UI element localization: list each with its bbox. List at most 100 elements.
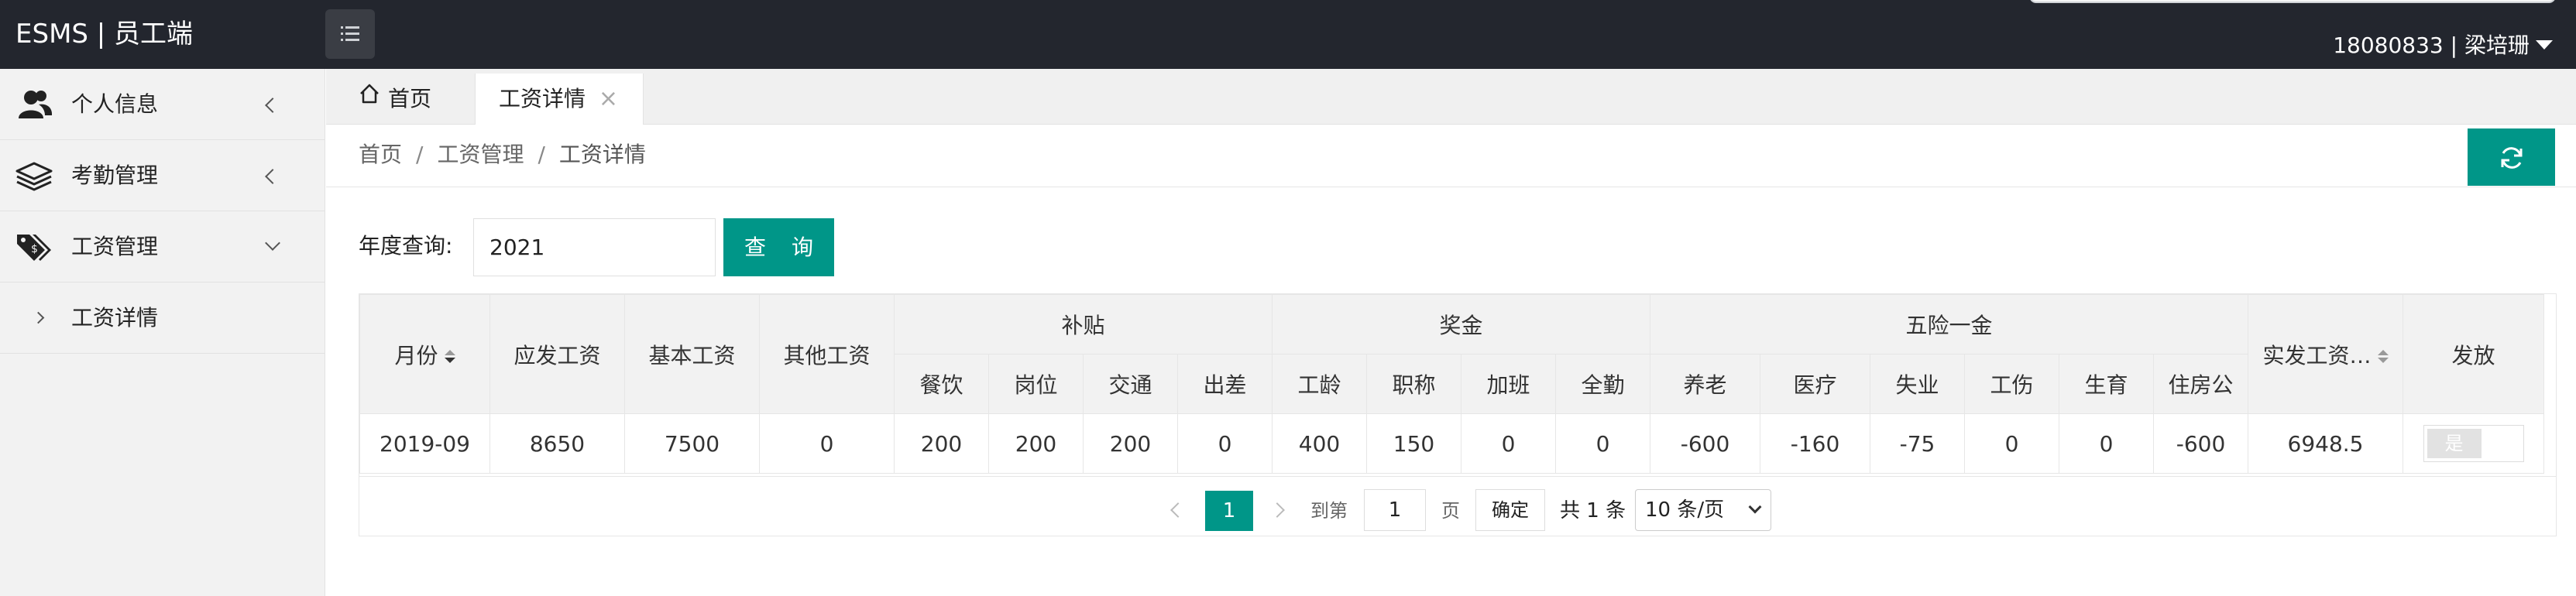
app-logo: ESMS | 员工端 xyxy=(15,19,194,50)
sidebar-item-label: 工资管理 xyxy=(71,234,159,259)
col-transport: 交通 xyxy=(1083,354,1178,414)
col-group-insurance: 五险一金 xyxy=(1650,294,2248,355)
col-issued: 发放 xyxy=(2403,294,2544,414)
col-base: 基本工资 xyxy=(624,294,760,414)
goto-page-input[interactable]: 1 xyxy=(1364,489,1426,531)
users-icon xyxy=(15,89,54,120)
cell-injury: 0 xyxy=(1964,413,2059,474)
cell-seniority: 400 xyxy=(1272,413,1367,474)
tags-icon: $ xyxy=(15,231,54,262)
chevron-left-icon[interactable] xyxy=(1170,502,1186,518)
col-other: 其他工资 xyxy=(759,294,895,414)
caret-down-icon xyxy=(2536,40,2553,50)
chevron-right-icon[interactable] xyxy=(1269,502,1285,518)
page-size-select[interactable]: 10 条/页 xyxy=(1635,489,1771,531)
sidebar: 个人信息 考勤管理 $ 工资管理 工资详情 xyxy=(0,69,325,596)
col-month[interactable]: 月份 xyxy=(359,294,490,414)
table-row: 2019-09 8650 7500 0 200 200 200 0 400 15… xyxy=(359,413,2544,474)
home-icon xyxy=(359,72,380,123)
year-query-label: 年度查询: xyxy=(359,233,453,259)
col-post: 岗位 xyxy=(988,354,1084,414)
chevron-left-icon xyxy=(265,169,280,184)
breadcrumb: 首页 / 工资管理 / 工资详情 xyxy=(359,125,646,184)
sidebar-subitem-salary-detail[interactable]: 工资详情 xyxy=(0,283,325,354)
col-housing: 住房公 xyxy=(2153,354,2248,414)
page-label: 页 xyxy=(1441,500,1460,522)
chevron-right-icon xyxy=(32,311,45,324)
sort-icon[interactable] xyxy=(2377,349,2389,364)
sidebar-item-salary[interactable]: $ 工资管理 xyxy=(0,211,325,283)
cell-transport: 200 xyxy=(1083,413,1178,474)
breadcrumb-separator: / xyxy=(538,142,545,167)
page-size-value: 10 条/页 xyxy=(1645,498,1725,522)
year-input[interactable]: 2021 xyxy=(473,218,716,276)
chevron-left-icon xyxy=(265,98,280,113)
sort-icon[interactable] xyxy=(444,349,455,364)
col-unemployment: 失业 xyxy=(1870,354,1965,414)
top-header: ESMS | 员工端 18080833 | 梁培珊 xyxy=(0,0,2576,69)
menu-toggle-button[interactable] xyxy=(325,9,375,59)
col-travel: 出差 xyxy=(1177,354,1273,414)
col-seniority: 工龄 xyxy=(1272,354,1367,414)
cell-attendance: 0 xyxy=(1555,413,1650,474)
col-group-allowance: 补贴 xyxy=(894,294,1273,355)
cell-month: 2019-09 xyxy=(359,413,490,474)
switch-knob: 是 xyxy=(2427,429,2482,458)
col-maternity: 生育 xyxy=(2059,354,2154,414)
col-pension: 养老 xyxy=(1650,354,1760,414)
page-current[interactable]: 1 xyxy=(1205,491,1253,531)
chevron-down-icon xyxy=(1748,500,1762,514)
cell-issued: 是 xyxy=(2403,413,2544,474)
cell-medical: -160 xyxy=(1760,413,1870,474)
col-meal: 餐饮 xyxy=(894,354,989,414)
user-menu[interactable]: 18080833 | 梁培珊 xyxy=(2333,0,2553,69)
cell-net: 6948.5 xyxy=(2248,413,2403,474)
user-name: 18080833 | 梁培珊 xyxy=(2333,33,2530,58)
cell-other: 0 xyxy=(759,413,895,474)
tab-label: 工资详情 xyxy=(499,86,586,111)
svg-text:$: $ xyxy=(31,243,38,255)
col-title: 职称 xyxy=(1366,354,1461,414)
sidebar-item-label: 考勤管理 xyxy=(71,163,159,188)
col-net[interactable]: 实发工资… xyxy=(2248,294,2403,414)
col-medical: 医疗 xyxy=(1760,354,1870,414)
cell-overtime: 0 xyxy=(1461,413,1556,474)
col-gross: 应发工资 xyxy=(489,294,625,414)
breadcrumb-current: 工资详情 xyxy=(558,142,646,167)
goto-confirm-button[interactable]: 确定 xyxy=(1475,489,1545,531)
goto-label: 到第 xyxy=(1310,500,1348,522)
issued-switch[interactable]: 是 xyxy=(2423,425,2524,462)
col-group-bonus: 奖金 xyxy=(1272,294,1650,355)
salary-grid: 月份 应发工资 基本工资 其他工资 补贴 奖金 五险一金 实发工资… 发放 餐饮… xyxy=(359,294,2544,474)
sidebar-item-label: 个人信息 xyxy=(71,91,159,117)
breadcrumb-home[interactable]: 首页 xyxy=(359,142,402,167)
cell-gross: 8650 xyxy=(489,413,625,474)
tab-home[interactable]: 首页 xyxy=(359,74,431,125)
cell-travel: 0 xyxy=(1177,413,1273,474)
cell-housing: -600 xyxy=(2153,413,2248,474)
layers-icon xyxy=(15,160,54,191)
sidebar-item-attendance[interactable]: 考勤管理 xyxy=(0,140,325,211)
cell-post: 200 xyxy=(988,413,1084,474)
tab-bar: 首页 工资详情 × xyxy=(326,69,2576,125)
sidebar-item-profile[interactable]: 个人信息 xyxy=(0,69,325,140)
breadcrumb-row: 首页 / 工资管理 / 工资详情 xyxy=(326,125,2576,187)
cell-meal: 200 xyxy=(894,413,989,474)
tab-label: 首页 xyxy=(388,86,432,111)
breadcrumb-section[interactable]: 工资管理 xyxy=(437,142,524,167)
breadcrumb-separator: / xyxy=(416,142,424,167)
chevron-down-icon xyxy=(265,235,280,251)
tab-salary-detail[interactable]: 工资详情 × xyxy=(475,74,644,125)
close-icon[interactable]: × xyxy=(599,74,618,125)
col-injury: 工伤 xyxy=(1964,354,2059,414)
cell-unemployment: -75 xyxy=(1870,413,1965,474)
pagination: 1 到第 1 页 确定 共 1 条 10 条/页 xyxy=(359,476,2556,536)
cell-title: 150 xyxy=(1366,413,1461,474)
col-label: 月份 xyxy=(394,342,438,368)
cell-maternity: 0 xyxy=(2059,413,2154,474)
refresh-button[interactable] xyxy=(2468,128,2555,186)
col-attendance: 全勤 xyxy=(1555,354,1650,414)
col-label: 实发工资… xyxy=(2262,342,2372,368)
query-button[interactable]: 查 询 xyxy=(723,218,834,276)
refresh-icon xyxy=(2501,147,2523,169)
